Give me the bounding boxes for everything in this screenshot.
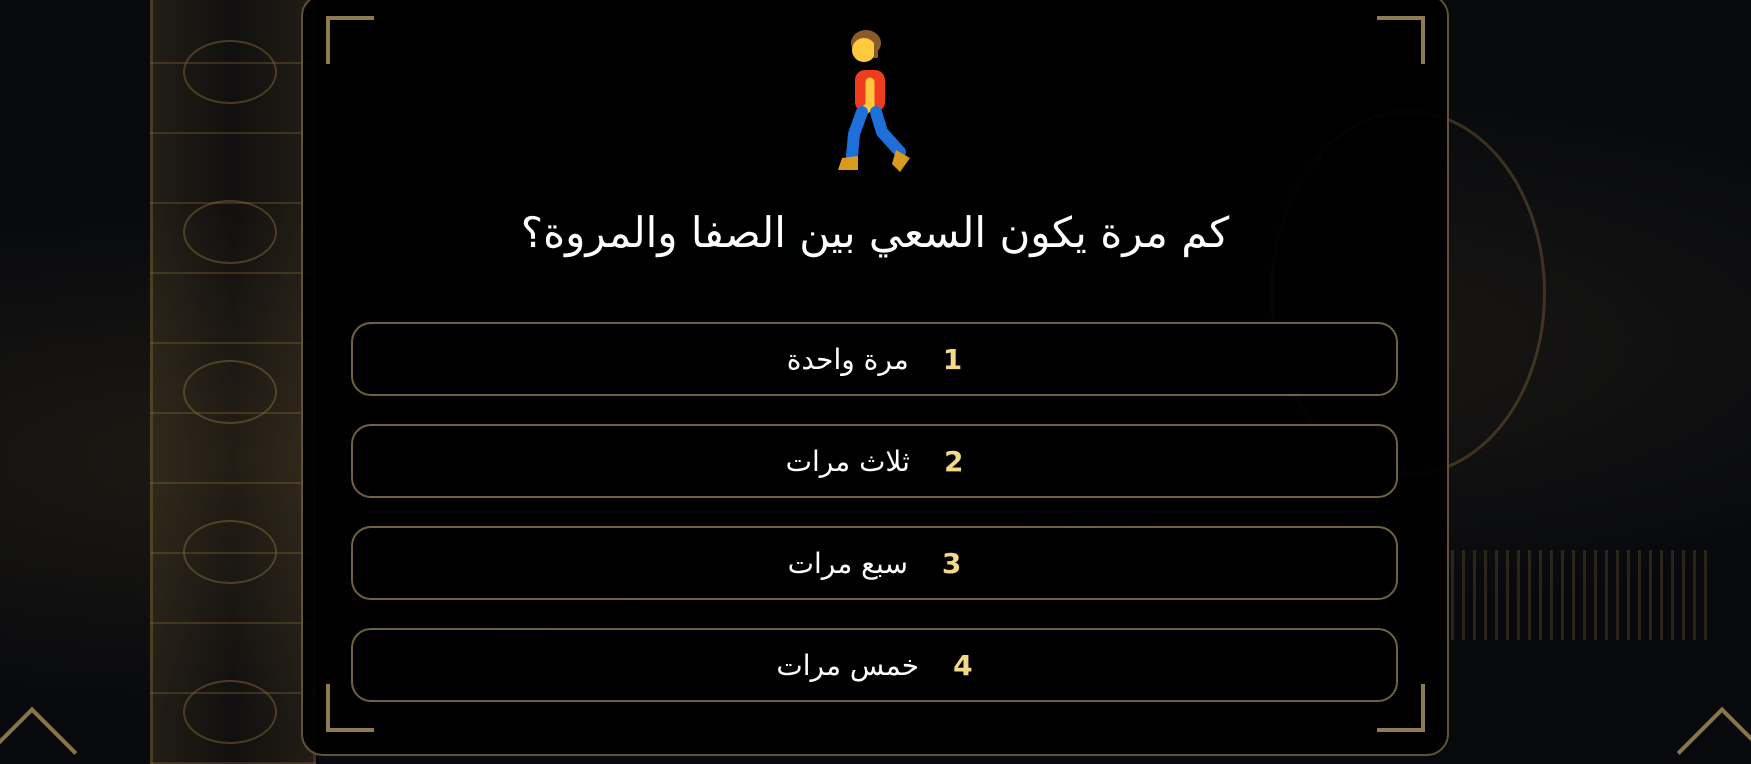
answer-text: خمس مرات xyxy=(776,648,920,682)
background-ornament xyxy=(183,40,277,104)
background-kiswah-band xyxy=(150,0,316,764)
frame-corner-top-right xyxy=(1377,16,1425,64)
background-ornament xyxy=(183,520,277,584)
question-text: كم مرة يكون السعي بين الصفا والمروة؟ xyxy=(520,208,1230,257)
answer-number: 4 xyxy=(953,648,973,682)
answer-number: 1 xyxy=(942,342,963,376)
background-ornament xyxy=(183,200,277,264)
answer-number: 2 xyxy=(943,444,964,478)
answer-option-3[interactable]: 3 سبع مرات xyxy=(351,526,1398,600)
answer-text: مرة واحدة xyxy=(786,342,909,376)
frame-corner-top-left xyxy=(326,16,374,64)
background-ornament xyxy=(183,360,277,424)
answer-option-1[interactable]: 1 مرة واحدة xyxy=(351,322,1398,396)
answer-text: ثلاث مرات xyxy=(785,444,910,478)
background-calligraphy-band xyxy=(1440,550,1710,640)
answer-option-2[interactable]: 2 ثلاث مرات xyxy=(351,424,1398,498)
quiz-screen: كم مرة يكون السعي بين الصفا والمروة؟ 1 م… xyxy=(0,0,1751,764)
answer-number: 3 xyxy=(941,546,962,580)
answer-text: سبع مرات xyxy=(787,546,908,580)
person-walking-icon xyxy=(838,30,910,172)
bottom-right-corner-ornament xyxy=(1676,706,1751,764)
answer-option-4[interactable]: 4 خمس مرات xyxy=(351,628,1398,702)
bottom-left-corner-ornament xyxy=(0,706,78,764)
background-ornament xyxy=(183,680,277,744)
